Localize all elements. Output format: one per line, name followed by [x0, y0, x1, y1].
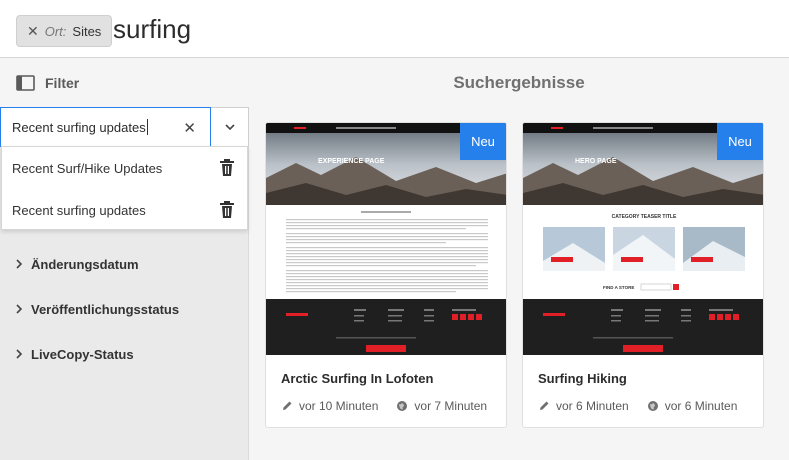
facet-label: Änderungsdatum	[31, 256, 139, 272]
facet-modified-date[interactable]: Änderungsdatum	[0, 242, 248, 286]
chevron-right-icon	[16, 304, 22, 314]
facet-label: Veröffentlichungsstatus	[31, 301, 180, 317]
hero-text: EXPERIENCE PAGE	[318, 158, 385, 165]
saved-search-input-value: Recent surfing updates	[12, 119, 146, 135]
published-time: vor 6 Minuten	[664, 399, 738, 413]
modified-info: vor 6 Minuten	[538, 399, 629, 413]
search-query-input[interactable]: surfing	[113, 14, 191, 45]
globe-icon	[397, 401, 408, 411]
card-title[interactable]: Surfing Hiking	[538, 371, 627, 386]
clear-icon[interactable]: ✕	[183, 119, 196, 137]
card-meta: vor 10 Minuten vor 7 Minuten	[281, 399, 487, 413]
filter-title: Filter	[45, 75, 80, 91]
chevron-down-icon	[224, 124, 235, 130]
saved-search-label: Recent Surf/Hike Updates	[12, 160, 163, 176]
store-text: FIND A STORE	[603, 285, 634, 290]
saved-search-combobox[interactable]: Recent surfing updates ✕	[0, 107, 249, 147]
globe-icon	[647, 401, 658, 411]
saved-search-item[interactable]: Recent surfing updates	[2, 189, 247, 231]
trash-icon[interactable]	[219, 201, 235, 219]
dropdown-toggle-button[interactable]	[211, 107, 249, 147]
saved-search-label: Recent surfing updates	[12, 202, 146, 218]
saved-search-input[interactable]: Recent surfing updates ✕	[0, 107, 211, 147]
chevron-right-icon	[16, 259, 22, 269]
new-badge: Neu	[717, 123, 763, 160]
modified-time: vor 6 Minuten	[556, 399, 629, 413]
published-info: vor 6 Minuten	[647, 399, 738, 413]
hero-text: HERO PAGE	[575, 158, 617, 165]
saved-search-item[interactable]: Recent Surf/Hike Updates	[2, 147, 247, 189]
result-card[interactable]: EXPERIENCE PAGE Neu Arctic Surfing In Lo…	[265, 122, 507, 428]
search-bar: ✕ Ort: Sites surfing	[0, 0, 789, 58]
modified-time: vor 10 Minuten	[299, 399, 379, 413]
tag-value: Sites	[72, 23, 102, 39]
remove-tag-icon[interactable]: ✕	[27, 23, 39, 40]
tag-prefix: Ort:	[44, 23, 67, 39]
facet-publication-status[interactable]: Veröffentlichungsstatus	[0, 287, 248, 331]
saved-search-dropdown: Recent Surf/Hike Updates Recent surfing …	[1, 146, 248, 230]
card-meta: vor 6 Minuten vor 6 Minuten	[538, 399, 737, 413]
rail-icon	[16, 75, 35, 91]
published-time: vor 7 Minuten	[414, 399, 488, 413]
modified-info: vor 10 Minuten	[281, 399, 378, 413]
result-card[interactable]: HERO PAGE CATEGORY TEASER TITLE FIND A S…	[522, 122, 764, 428]
new-badge: Neu	[460, 123, 506, 160]
results-title: Suchergebnisse	[453, 73, 585, 92]
pencil-icon	[540, 401, 549, 410]
trash-icon[interactable]	[219, 159, 235, 177]
section-title: CATEGORY TEASER TITLE	[612, 214, 677, 220]
facet-label: LiveCopy-Status	[31, 346, 134, 362]
facet-livecopy-status[interactable]: LiveCopy-Status	[0, 332, 248, 376]
text-caret	[146, 119, 148, 135]
filter-toggle[interactable]: Filter	[0, 58, 249, 108]
pencil-icon	[283, 401, 292, 410]
location-tag[interactable]: ✕ Ort: Sites	[16, 15, 113, 47]
card-title[interactable]: Arctic Surfing In Lofoten	[281, 371, 433, 386]
published-info: vor 7 Minuten	[396, 399, 487, 413]
chevron-right-icon	[16, 349, 22, 359]
